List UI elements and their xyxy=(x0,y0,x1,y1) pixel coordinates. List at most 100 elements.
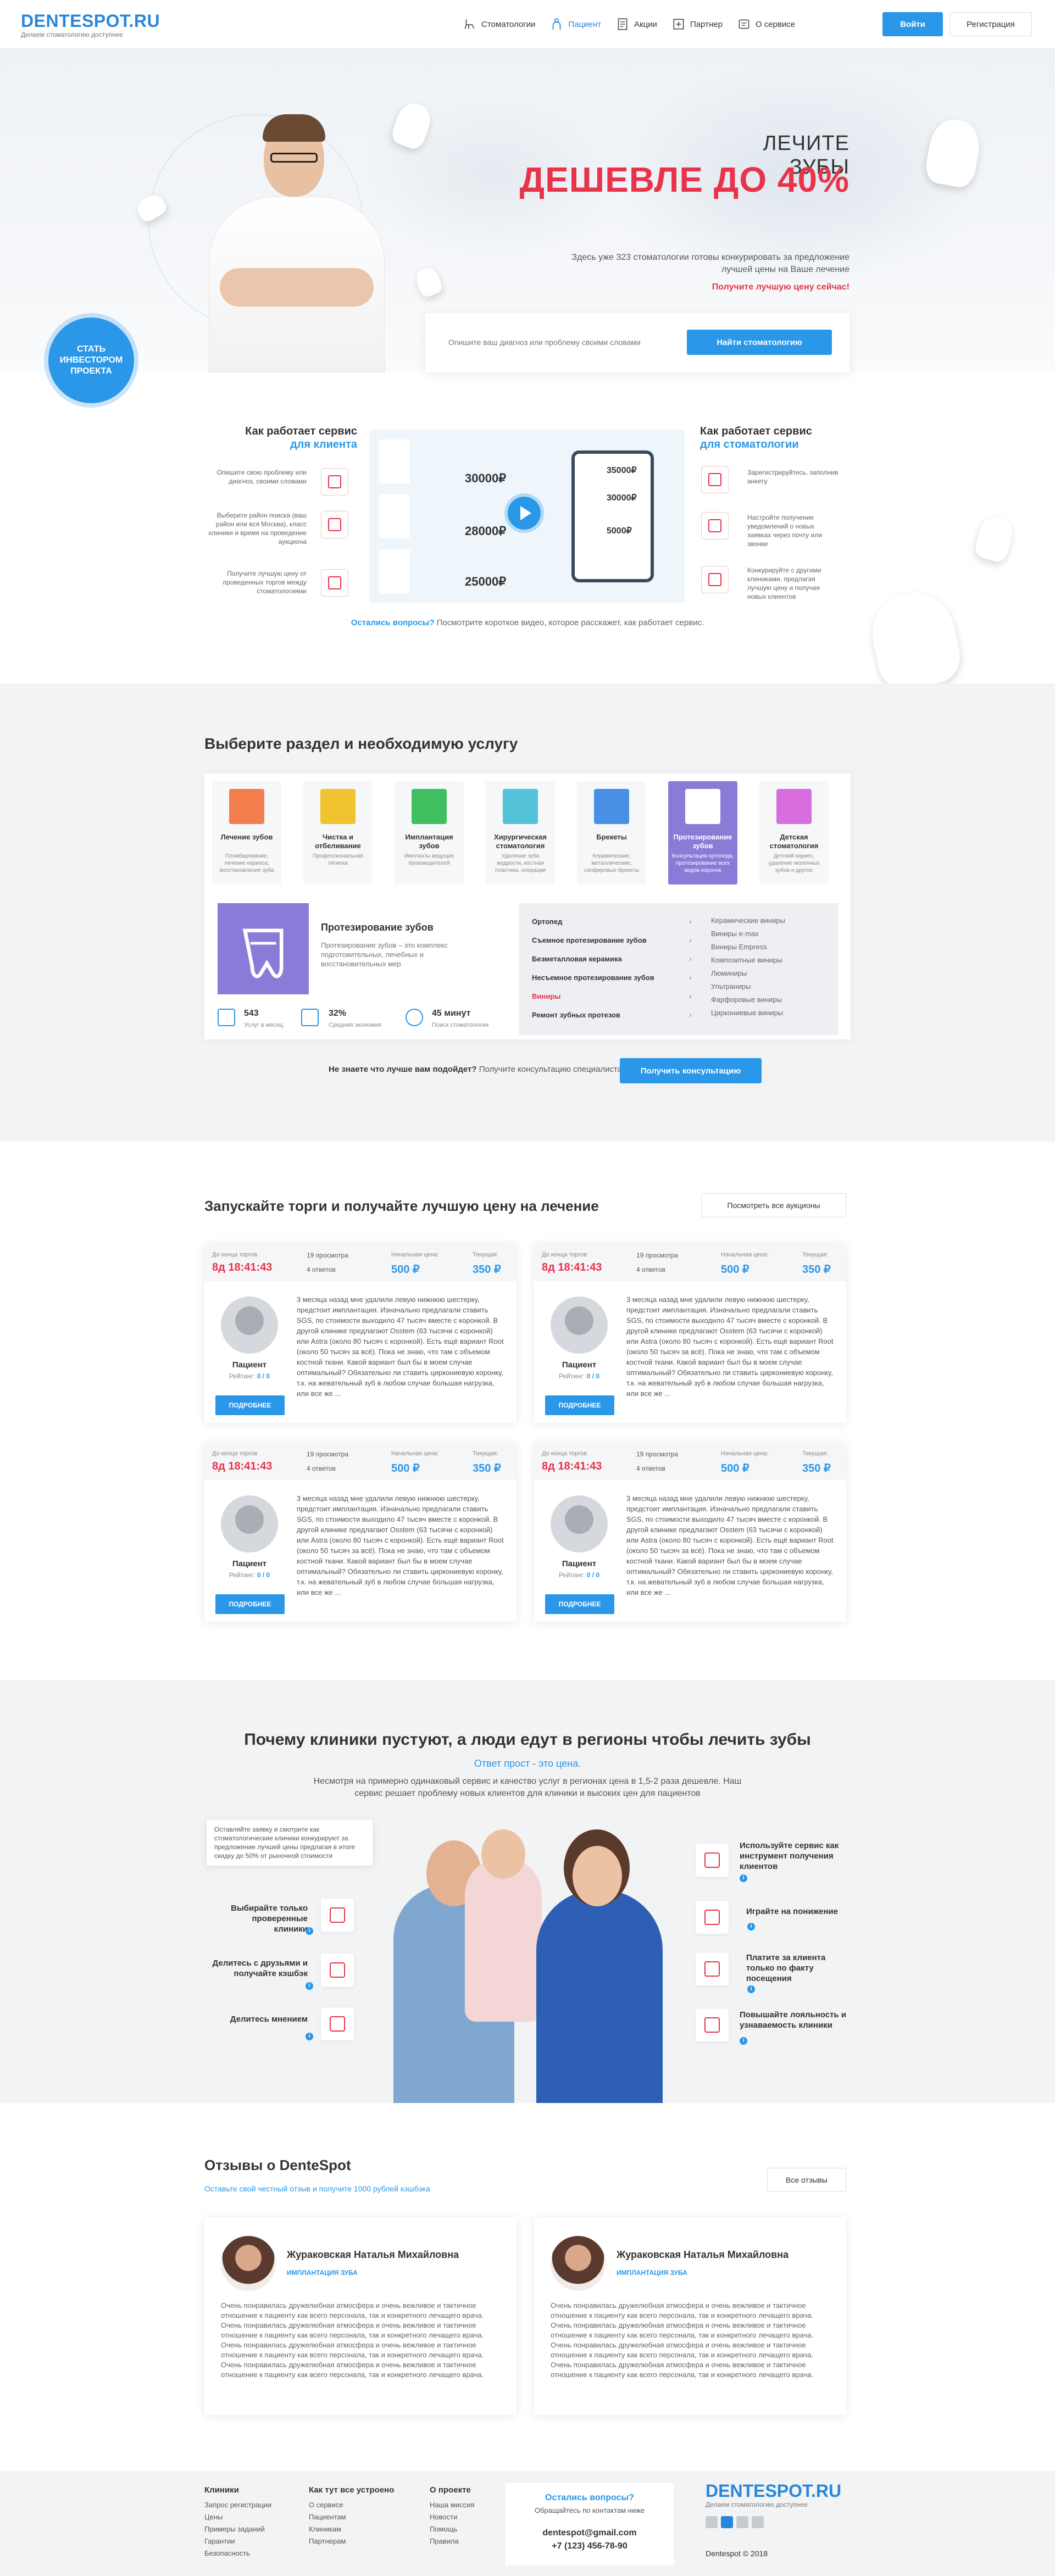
submenu-item[interactable]: Ортопед xyxy=(532,917,697,926)
investor-button[interactable]: СТАТЬ ИНВЕСТОРОМ ПРОЕКТА xyxy=(48,318,134,403)
footer-link[interactable]: Помощь xyxy=(430,2525,457,2533)
find-clinic-button[interactable]: Найти стоматологию xyxy=(687,330,832,355)
nav-about[interactable]: О сервисе xyxy=(737,17,795,31)
consult-text: Получите консультацию специалиста xyxy=(476,1065,622,1074)
footer-link[interactable]: Примеры заданий xyxy=(204,2525,265,2533)
details-button[interactable]: ПОДРОБНЕЕ xyxy=(545,1594,614,1614)
footer-link[interactable]: Гарантии xyxy=(204,2537,235,2545)
service-card-surgery[interactable]: Хирургическая стоматология Удаление зуба… xyxy=(486,781,555,884)
info-icon[interactable]: i xyxy=(747,1923,755,1930)
service-card-implants[interactable]: Имплантация зубов Импланты ведущих произ… xyxy=(395,781,464,884)
auction-description: 3 месяца назад мне удалили левую нижнюю … xyxy=(297,1295,504,1398)
submenu-subitem[interactable]: Керамические виниры xyxy=(711,916,785,925)
info-icon[interactable]: i xyxy=(306,1982,313,1990)
submenu-item[interactable]: Несъемное протезирование зубов xyxy=(532,973,697,982)
auctions-section xyxy=(0,1142,1055,1680)
nav-dentistry[interactable]: Стоматологии xyxy=(463,17,535,31)
info-icon[interactable]: i xyxy=(306,1927,313,1935)
submenu-subitem[interactable]: Композитные виниры xyxy=(711,956,782,964)
service-submenu: Ортопед › Съемное протезирование зубов ›… xyxy=(519,903,839,1035)
details-button[interactable]: ПОДРОБНЕЕ xyxy=(215,1594,285,1614)
footer-link[interactable]: Пациентам xyxy=(309,2513,346,2521)
contact-email[interactable]: dentespot@gmail.com xyxy=(506,2528,674,2538)
views-count: 19 просмотра xyxy=(307,1251,349,1259)
service-card-cleaning[interactable]: Чистка и отбеливание Профессиональная ги… xyxy=(303,781,373,884)
question-highlight: Остались вопросы? xyxy=(351,618,435,627)
video-price: 30000₽ xyxy=(607,493,637,503)
submenu-subitem[interactable]: Виниры e-max xyxy=(711,930,759,938)
timer-label: До конца торгов xyxy=(212,1251,258,1258)
instagram-icon[interactable] xyxy=(736,2516,748,2528)
submenu-item[interactable]: Безметалловая керамика xyxy=(532,955,697,963)
vk-icon[interactable] xyxy=(721,2516,733,2528)
rating-label: Рейтинг: xyxy=(558,1372,587,1380)
submenu-subitem[interactable]: Ультраниры xyxy=(711,982,751,991)
login-button[interactable]: Войти xyxy=(882,12,943,36)
nav-promos[interactable]: Акции xyxy=(615,17,657,31)
info-icon[interactable]: i xyxy=(747,1985,755,1993)
service-name: Детская стоматология xyxy=(769,833,819,850)
footer-link[interactable]: Правила xyxy=(430,2537,459,2545)
register-button[interactable]: Регистрация xyxy=(949,12,1032,36)
feature-label: Играйте на понижение xyxy=(746,1907,839,1916)
question-text: Посмотрите короткое видео, которое расск… xyxy=(434,618,704,627)
submenu-subitem[interactable]: Циркониевые виниры xyxy=(711,1009,783,1017)
footer-logo[interactable]: DENTESPOT.RU xyxy=(706,2481,841,2501)
review-tag[interactable]: ИМПЛАНТАЦИЯ ЗУБА xyxy=(287,2269,358,2277)
footer-link[interactable]: Запрос регистрации xyxy=(204,2501,271,2509)
hero-cta-text: Получите лучшую цену сейчас! xyxy=(712,282,849,292)
site-header: DENTESPOT.RU Делаем стоматологию доступн… xyxy=(0,0,1055,48)
auctions-title: Запускайте торги и получайте лучшую цену… xyxy=(204,1198,599,1214)
play-icon[interactable] xyxy=(508,497,541,530)
details-button[interactable]: ПОДРОБНЕЕ xyxy=(545,1395,614,1415)
service-card-prosthetics[interactable]: Протезирование зубов Консультация ортопе… xyxy=(668,781,737,884)
review-tag[interactable]: ИМПЛАНТАЦИЯ ЗУБА xyxy=(617,2269,687,2277)
diagnosis-input[interactable] xyxy=(442,330,673,355)
how-clinic-step: Зарегистрируйтесь, заполнив анкету xyxy=(747,469,839,485)
footer-link[interactable]: О сервисе xyxy=(309,2501,343,2509)
footer-link[interactable]: Цены xyxy=(204,2513,223,2521)
twitter-icon[interactable] xyxy=(752,2516,764,2528)
all-auctions-button[interactable]: Посмотреть все аукционы xyxy=(701,1193,846,1217)
video-price: 30000₽ xyxy=(465,471,507,485)
contact-phone[interactable]: +7 (123) 456-78-90 xyxy=(506,2541,674,2551)
start-price-label: Начальная цена: xyxy=(721,1450,769,1457)
service-card-treatment[interactable]: Лечение зубов Пломбирование, лечение кар… xyxy=(212,781,281,884)
patient-name: Пациент xyxy=(562,1360,597,1370)
footer-column-title: Клиники xyxy=(204,2485,239,2495)
stat-label: Средняя экономия xyxy=(329,1022,381,1028)
service-desc: Керамические, металлические, сапфировые … xyxy=(584,853,640,873)
submenu-item-active[interactable]: Виниры xyxy=(532,992,697,1000)
contact-subtitle: Обращайтесь по контактам ниже xyxy=(534,2506,645,2514)
get-consultation-button[interactable]: Получить консультацию xyxy=(620,1058,762,1083)
footer-link[interactable]: Наша миссия xyxy=(430,2501,474,2509)
info-icon[interactable]: i xyxy=(306,2033,313,2040)
submenu-subitem[interactable]: Виниры Empress xyxy=(711,943,767,951)
submenu-item[interactable]: Ремонт зубных протезов xyxy=(532,1011,697,1019)
details-button[interactable]: ПОДРОБНЕЕ xyxy=(215,1395,285,1415)
submenu-item[interactable]: Съемное протезирование зубов xyxy=(532,936,697,944)
service-card-kids[interactable]: Детская стоматология Детский кариес, уда… xyxy=(759,781,829,884)
contact-question: Остались вопросы? xyxy=(545,2493,634,2502)
footer-link[interactable]: Безопасность xyxy=(204,2549,250,2557)
nav-patient[interactable]: Пациент xyxy=(549,17,601,31)
avatar xyxy=(551,2236,606,2291)
info-icon[interactable]: i xyxy=(740,1874,747,1882)
facebook-icon[interactable] xyxy=(706,2516,718,2528)
timer-label: До конца торгов xyxy=(542,1251,587,1258)
info-icon[interactable]: i xyxy=(740,2037,747,2045)
footer-link[interactable]: Партнерам xyxy=(309,2537,346,2545)
how-clinic-step: Конкурируйте с другими клиниками, предла… xyxy=(747,566,821,600)
submenu-subitem[interactable]: Люминиры xyxy=(711,969,747,977)
footer-link[interactable]: Клиникам xyxy=(309,2525,341,2533)
all-reviews-button[interactable]: Все отзывы xyxy=(767,2168,846,2192)
nav-partner[interactable]: Партнер xyxy=(671,17,723,31)
logo[interactable]: DENTESPOT.RU xyxy=(21,11,160,31)
service-card-braces[interactable]: Брекеты Керамические, металлические, сап… xyxy=(577,781,646,884)
footer-link[interactable]: Новости xyxy=(430,2513,457,2521)
current-price: 350 ₽ xyxy=(802,1264,831,1276)
stat-value: 45 минут xyxy=(432,1009,471,1018)
submenu-subitem[interactable]: Фарфоровые виниры xyxy=(711,995,782,1004)
auction-description: 3 месяца назад мне удалили левую нижнюю … xyxy=(297,1494,504,1596)
how-client-step: Опишите свою проблему или диагноз, своим… xyxy=(216,469,307,485)
